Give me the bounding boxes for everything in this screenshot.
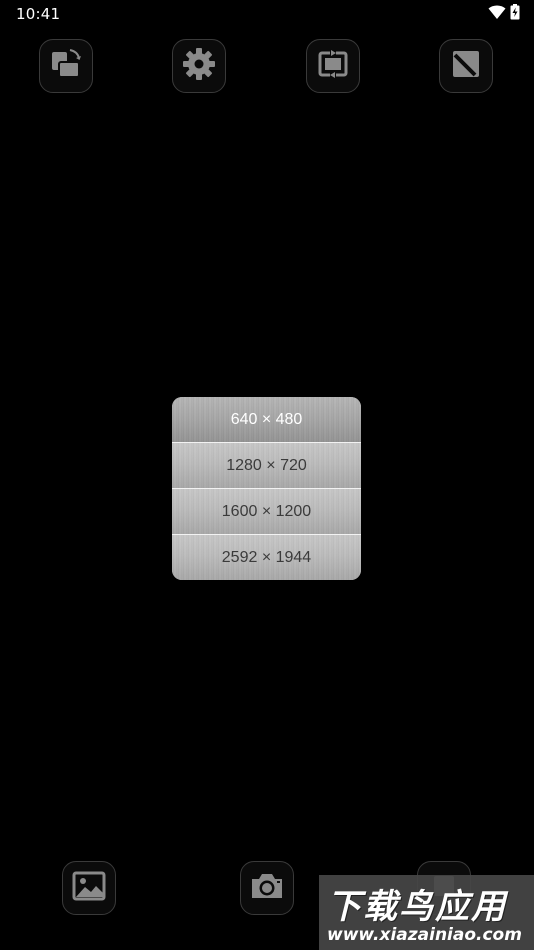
wifi-icon [488, 4, 506, 25]
battery-charging-icon [510, 4, 520, 25]
status-time: 10:41 [16, 5, 61, 23]
status-icons [488, 4, 520, 25]
resize-diagonal-icon [449, 47, 483, 86]
resolution-option[interactable]: 1280 × 720 [172, 443, 361, 489]
shutter-button[interactable] [240, 861, 294, 915]
watermark-title: 下载鸟应用 [327, 887, 507, 927]
watermark-url: www.xiazainiao.com [327, 925, 522, 945]
gallery-icon [72, 871, 106, 906]
resolution-option[interactable]: 640 × 480 [172, 397, 361, 443]
gear-icon [181, 46, 217, 87]
camera-shutter-icon [249, 871, 285, 906]
rotate-orientation-button[interactable] [39, 39, 93, 93]
watermark: 下载鸟应用 www.xiazainiao.com [319, 875, 534, 950]
resolution-menu: 640 × 480 1280 × 720 1600 × 1200 2592 × … [172, 397, 361, 580]
rotate-orientation-icon [49, 47, 83, 86]
status-bar: 10:41 [0, 0, 534, 28]
resolution-option[interactable]: 2592 × 1944 [172, 535, 361, 580]
gallery-button[interactable] [62, 861, 116, 915]
resize-button[interactable] [439, 39, 493, 93]
camera-switch-button[interactable] [306, 39, 360, 93]
resolution-option[interactable]: 1600 × 1200 [172, 489, 361, 535]
settings-button[interactable] [172, 39, 226, 93]
camera-switch-icon [316, 47, 350, 86]
